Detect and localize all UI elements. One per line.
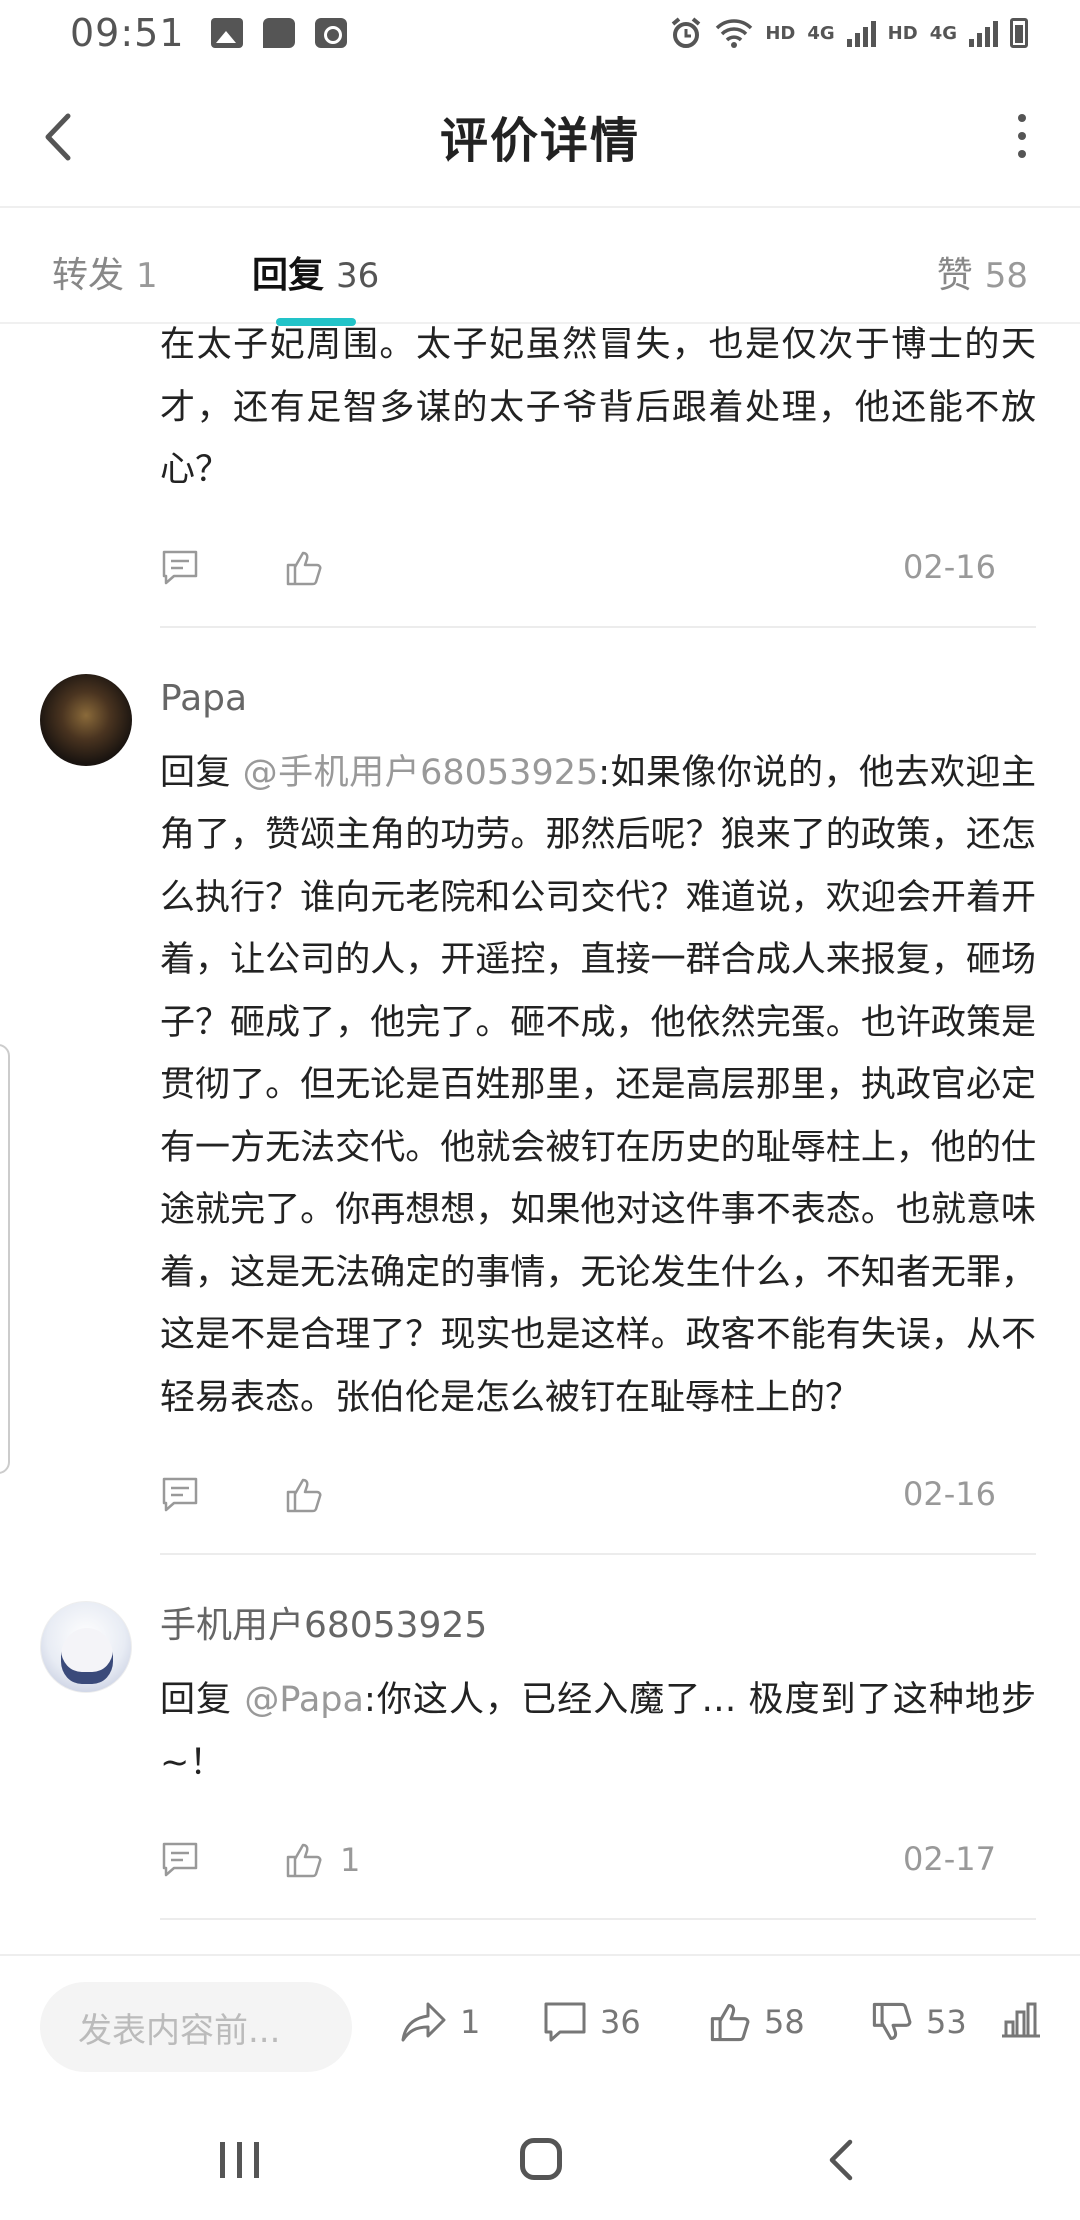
bottom-action-bar: 发表内容前... 1 36 58 53 — [0, 1954, 1080, 2100]
share-button[interactable]: 1 — [400, 2000, 480, 2044]
comment-date: 02-16 — [903, 547, 996, 586]
comment-icon — [162, 1477, 198, 1512]
divider — [160, 1918, 1036, 1920]
comment-body: :如果像你说的，他去欢迎主角了，赞颂主角的功劳。那然后呢？狼来了的政策，还怎么执… — [160, 752, 1036, 1418]
comment-icon — [162, 1842, 198, 1877]
like-button[interactable]: 1 — [284, 1840, 360, 1880]
like-button[interactable] — [284, 548, 324, 588]
share-count: 1 — [460, 2003, 481, 2041]
like-count: 1 — [340, 1841, 361, 1879]
comment-actions: 02-16 — [160, 1429, 1036, 1553]
thumbs-up-icon — [286, 1843, 322, 1878]
status-time: 09:51 — [70, 11, 185, 55]
stats-button[interactable] — [998, 2000, 1042, 2040]
comment-list[interactable]: 在太子妃周围。太子妃虽然冒失，也是仅次于博士的天才，还有足智多谋的太子爷背后跟着… — [0, 324, 1080, 1954]
comment-actions: 1 02-17 — [160, 1794, 1036, 1918]
comment-username[interactable]: 手机用户68053925 — [160, 1601, 1036, 1651]
bar-chart-icon — [1002, 2002, 1040, 2038]
comment-button[interactable]: 36 — [542, 2000, 641, 2044]
chevron-left-icon[interactable] — [38, 110, 78, 164]
network-type: 4G — [807, 22, 835, 44]
clock-icon — [314, 18, 347, 48]
reply-button[interactable] — [160, 1475, 200, 1513]
hd-label: HD — [765, 22, 796, 44]
tab-forward[interactable]: 转发 1 — [52, 246, 158, 298]
avatar[interactable] — [40, 1601, 132, 1693]
tab-label: 转发 — [52, 255, 125, 296]
avatar[interactable] — [40, 673, 132, 766]
divider — [160, 625, 1036, 628]
reply-label: 回复 — [160, 1680, 245, 1720]
share-arrow-icon — [401, 2002, 446, 2042]
comment-icon — [544, 2002, 586, 2042]
wifi-icon — [716, 19, 753, 48]
reply-button[interactable] — [160, 1840, 200, 1878]
active-tab-indicator — [276, 318, 356, 326]
comment-username[interactable]: Papa — [160, 674, 1036, 724]
back-icon[interactable] — [826, 2138, 856, 2182]
tab-count: 58 — [984, 256, 1028, 296]
edge-panel-handle[interactable] — [0, 1044, 10, 1474]
comment-date: 02-16 — [903, 1475, 996, 1513]
page-title: 评价详情 — [439, 113, 640, 169]
hd-label: HD — [887, 22, 918, 44]
more-vertical-icon[interactable] — [1012, 114, 1032, 158]
thumbs-up-icon — [710, 2003, 750, 2042]
dislike-button[interactable]: 53 — [870, 2000, 967, 2044]
thumbs-up-icon — [286, 551, 322, 585]
title-bar: 评价详情 — [0, 66, 1080, 208]
thumbs-down-icon — [872, 2002, 912, 2041]
reply-button[interactable] — [160, 548, 200, 586]
comment-count: 36 — [600, 2003, 641, 2041]
signal-icon — [846, 19, 876, 47]
comment-text: 回复 @手机用户68053925:如果像你说的，他去欢迎主角了，赞颂主角的功劳。… — [160, 742, 1036, 1430]
comment-item: 在太子妃周围。太子妃虽然冒失，也是仅次于博士的天才，还有足智多谋的太子爷背后跟着… — [0, 324, 1080, 628]
like-count: 58 — [764, 2003, 805, 2041]
home-icon[interactable] — [520, 2138, 562, 2180]
tab-count: 36 — [336, 256, 380, 296]
comment-text: 在太子妃周围。太子妃虽然冒失，也是仅次于博士的天才，还有足智多谋的太子爷背后跟着… — [160, 325, 1036, 490]
message-icon — [262, 18, 295, 48]
like-button[interactable] — [284, 1475, 324, 1515]
divider — [160, 1553, 1036, 1555]
comment-icon — [162, 550, 198, 584]
comment-actions: 02-16 — [160, 502, 1036, 626]
tab-count: 1 — [136, 256, 158, 296]
comment-input[interactable]: 发表内容前... — [40, 1982, 352, 2072]
tab-bar: 转发 1 回复 36 赞 58 — [0, 208, 1080, 326]
comment-item: Papa 回复 @手机用户68053925:如果像你说的，他去欢迎主角了，赞颂主… — [0, 673, 1080, 1555]
status-left-icons — [210, 18, 347, 48]
like-button[interactable]: 58 — [708, 2000, 805, 2044]
tab-label: 赞 — [936, 255, 973, 296]
system-nav-bar — [0, 2100, 1080, 2220]
input-placeholder: 发表内容前... — [78, 2010, 281, 2051]
status-bar: 09:51 HD 4G HD 4G — [0, 0, 1080, 66]
comment-text: 回复 @Papa:你这人，已经入魔了… 极度到了这种地步~！ — [160, 1669, 1036, 1794]
reply-label: 回复 — [160, 752, 243, 793]
battery-icon — [1010, 18, 1028, 48]
comment-item: 手机用户68053925 回复 @Papa:你这人，已经入魔了… 极度到了这种地… — [0, 1601, 1080, 1920]
comment-date: 02-17 — [903, 1840, 996, 1878]
thumbs-up-icon — [286, 1478, 322, 1513]
mention-link[interactable]: @手机用户68053925 — [243, 753, 599, 793]
dislike-count: 53 — [926, 2003, 967, 2041]
image-icon — [210, 18, 243, 48]
status-right-icons: HD 4G HD 4G — [669, 16, 1028, 50]
mention-link[interactable]: @Papa — [244, 1680, 364, 1720]
network-type: 4G — [929, 22, 957, 44]
tab-like[interactable]: 赞 58 — [937, 246, 1028, 298]
recent-apps-icon[interactable] — [220, 2142, 259, 2178]
tab-label: 回复 — [252, 255, 325, 296]
signal-icon — [969, 19, 998, 47]
tab-reply[interactable]: 回复 36 — [252, 246, 380, 326]
alarm-icon — [672, 17, 701, 48]
